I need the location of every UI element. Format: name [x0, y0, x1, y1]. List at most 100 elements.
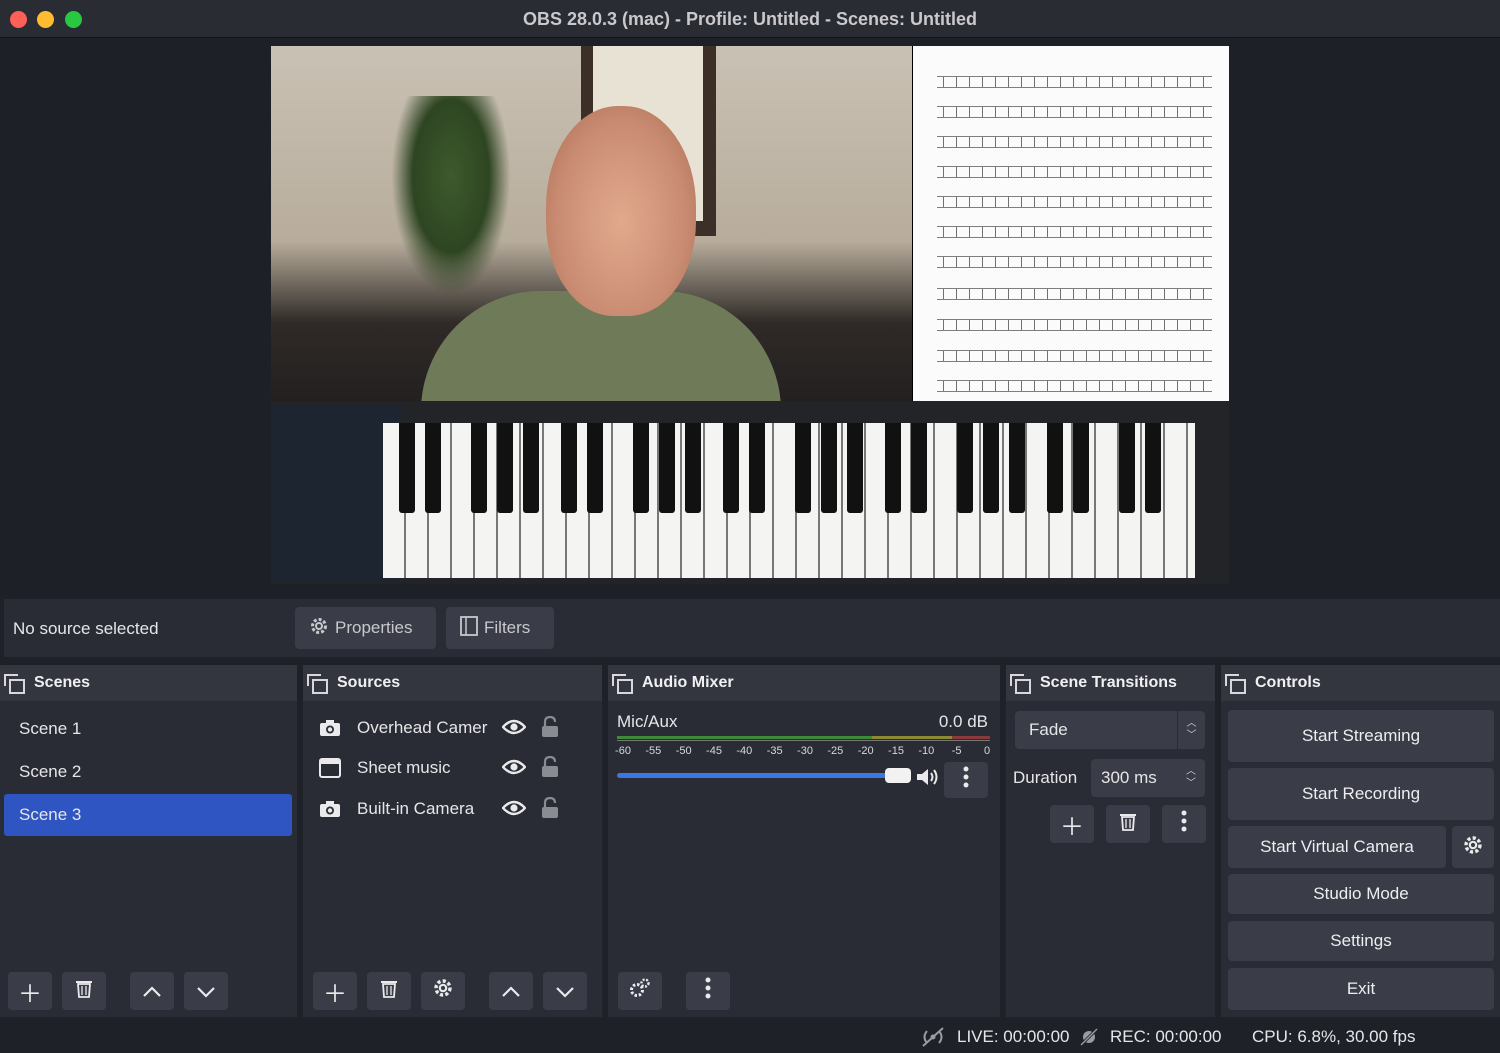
rec-time: REC: 00:00:00 — [1110, 1027, 1222, 1046]
source-label: Sheet music — [357, 758, 451, 777]
camera-icon — [319, 718, 341, 738]
filters-button[interactable]: Filters — [446, 607, 554, 649]
select-arrows-icon: ︿ ﹀ — [1177, 711, 1205, 749]
dock-float-icon[interactable] — [612, 674, 633, 694]
dock-float-icon[interactable] — [1010, 674, 1031, 694]
mixer-channel-name: Mic/Aux — [617, 712, 678, 731]
controls-dock-header: Controls — [1221, 665, 1500, 701]
remove-scene-button[interactable] — [62, 972, 106, 1010]
remove-transition-button[interactable] — [1106, 805, 1150, 843]
meter-tick-label: -25 — [827, 745, 844, 757]
visibility-eye-icon[interactable] — [501, 758, 527, 781]
scenes-dock: Scenes Scene 1 Scene 2 Scene 3 ＋ — [0, 665, 297, 1017]
audio-mixer-dock-header: Audio Mixer — [608, 665, 1000, 701]
source-item[interactable]: Sheet music — [319, 750, 589, 786]
scene-transitions-dock: Scene Transitions Fade ︿ ﹀ Duration 300 m… — [1006, 665, 1215, 1017]
move-scene-up-button[interactable] — [130, 972, 174, 1010]
camera-feed — [271, 46, 912, 411]
meter-tick-label: -15 — [888, 745, 904, 757]
person-head — [546, 106, 696, 316]
mixer-level: 0.0 dB — [938, 712, 988, 731]
studio-mode-label: Studio Mode — [1313, 884, 1409, 903]
scenes-title: Scenes — [34, 674, 91, 691]
gears-icon — [628, 977, 652, 1006]
keyboard-feed — [271, 401, 1229, 584]
audio-mixer-menu-button[interactable] — [686, 972, 730, 1010]
properties-label: Properties — [335, 618, 413, 637]
rec-disabled-icon — [1079, 1027, 1099, 1051]
start-recording-label: Start Recording — [1301, 784, 1421, 803]
plus-icon: ＋ — [1060, 813, 1084, 841]
camera-icon — [319, 799, 341, 819]
meter-tick-label: -5 — [951, 745, 962, 757]
meter-tick-label: -10 — [918, 745, 935, 757]
move-source-down-button[interactable] — [543, 972, 587, 1010]
controls-dock: Controls Start Streaming Start Recording… — [1221, 665, 1500, 1017]
source-item[interactable]: Overhead Camer — [319, 710, 589, 746]
filters-label: Filters — [484, 618, 531, 637]
meter-tick-label: 0 — [983, 745, 991, 757]
dock-float-icon[interactable] — [307, 674, 328, 694]
add-transition-button[interactable]: ＋ — [1050, 805, 1094, 843]
move-source-up-button[interactable] — [489, 972, 533, 1010]
trash-icon — [75, 977, 93, 1005]
visibility-eye-icon[interactable] — [501, 799, 527, 822]
lock-icon[interactable] — [541, 715, 559, 743]
source-item[interactable]: Built-in Camera — [319, 791, 589, 827]
exit-label: Exit — [1346, 979, 1376, 998]
remove-source-button[interactable] — [367, 972, 411, 1010]
source-label: Overhead Camer — [357, 718, 488, 737]
properties-button[interactable]: Properties — [295, 607, 436, 649]
controls-title: Controls — [1255, 674, 1321, 691]
duration-spinbox[interactable]: 300 ms ︿ ﹀ — [1091, 759, 1205, 797]
volume-slider-track[interactable] — [617, 773, 897, 778]
dock-float-icon[interactable] — [4, 674, 25, 694]
source-label: Built-in Camera — [357, 799, 475, 818]
keyboard-control-panel — [271, 406, 401, 581]
scene-item-selected[interactable]: Scene 3 — [4, 794, 292, 836]
filter-icon — [460, 615, 478, 641]
scene-label: Scene 1 — [19, 719, 82, 738]
scene-item[interactable]: Scene 2 — [4, 751, 292, 793]
settings-label: Settings — [1330, 931, 1392, 950]
meter-tick-label: -50 — [675, 745, 692, 757]
volume-slider-thumb[interactable] — [885, 768, 911, 783]
speaker-icon[interactable] — [915, 766, 941, 793]
transition-properties-menu-button[interactable] — [1162, 805, 1206, 843]
meter-tick-label: -55 — [645, 745, 662, 757]
transition-select[interactable]: Fade ︿ ﹀ — [1015, 711, 1205, 749]
exit-button[interactable]: Exit — [1228, 968, 1494, 1010]
scene-transitions-title: Scene Transitions — [1040, 674, 1177, 691]
kebab-menu-icon — [1181, 810, 1187, 839]
meter-tick-label: -40 — [736, 745, 753, 757]
spin-arrows-icon[interactable]: ︿ ﹀ — [1177, 759, 1205, 797]
visibility-eye-icon[interactable] — [501, 718, 527, 741]
audio-mixer-title: Audio Mixer — [642, 674, 734, 691]
start-streaming-button[interactable]: Start Streaming — [1228, 710, 1494, 762]
settings-button[interactable]: Settings — [1228, 921, 1494, 961]
studio-mode-button[interactable]: Studio Mode — [1228, 874, 1494, 914]
transition-value: Fade — [1029, 720, 1068, 739]
source-properties-button[interactable] — [421, 972, 465, 1010]
live-broadcast-icon — [919, 1026, 947, 1053]
scene-item[interactable]: Scene 1 — [4, 708, 292, 750]
meter-tick-label: -20 — [857, 745, 874, 757]
dock-float-icon[interactable] — [1225, 674, 1246, 694]
virtual-camera-settings-button[interactable] — [1452, 826, 1494, 868]
lock-icon[interactable] — [541, 796, 559, 824]
duration-label: Duration — [1013, 768, 1078, 787]
add-source-button[interactable]: ＋ — [313, 972, 357, 1010]
lock-icon[interactable] — [541, 755, 559, 783]
meter-tick-label: -30 — [797, 745, 813, 757]
preview-canvas[interactable] — [271, 46, 1229, 584]
plus-icon: ＋ — [18, 980, 42, 1008]
meter-tick-label: -60 — [615, 745, 631, 757]
add-scene-button[interactable]: ＋ — [8, 972, 52, 1010]
move-scene-down-button[interactable] — [184, 972, 228, 1010]
mixer-channel-menu-button[interactable] — [944, 762, 988, 798]
start-recording-button[interactable]: Start Recording — [1228, 768, 1494, 820]
start-virtual-camera-button[interactable]: Start Virtual Camera — [1228, 826, 1446, 868]
cpu-fps: CPU: 6.8%, 30.00 fps — [1252, 1027, 1416, 1046]
start-virtual-camera-label: Start Virtual Camera — [1260, 837, 1414, 856]
advanced-audio-properties-button[interactable] — [618, 972, 662, 1010]
